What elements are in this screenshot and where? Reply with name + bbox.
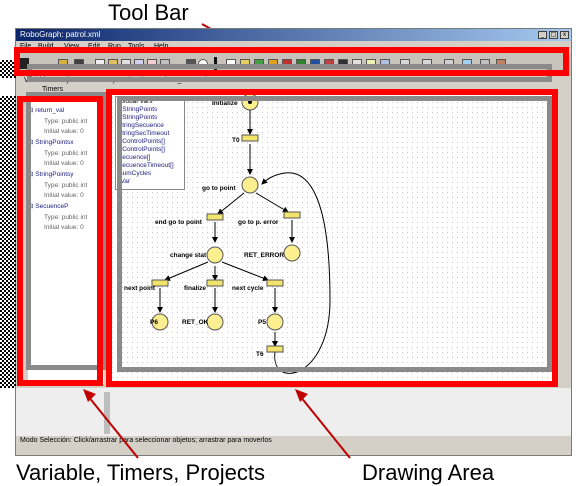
panel-annotation-label: Variable, Timers, Projects bbox=[16, 460, 266, 485]
drawing-annotation-label: Drawing Area bbox=[362, 460, 495, 485]
bottom-annotation-arrows bbox=[83, 389, 351, 459]
